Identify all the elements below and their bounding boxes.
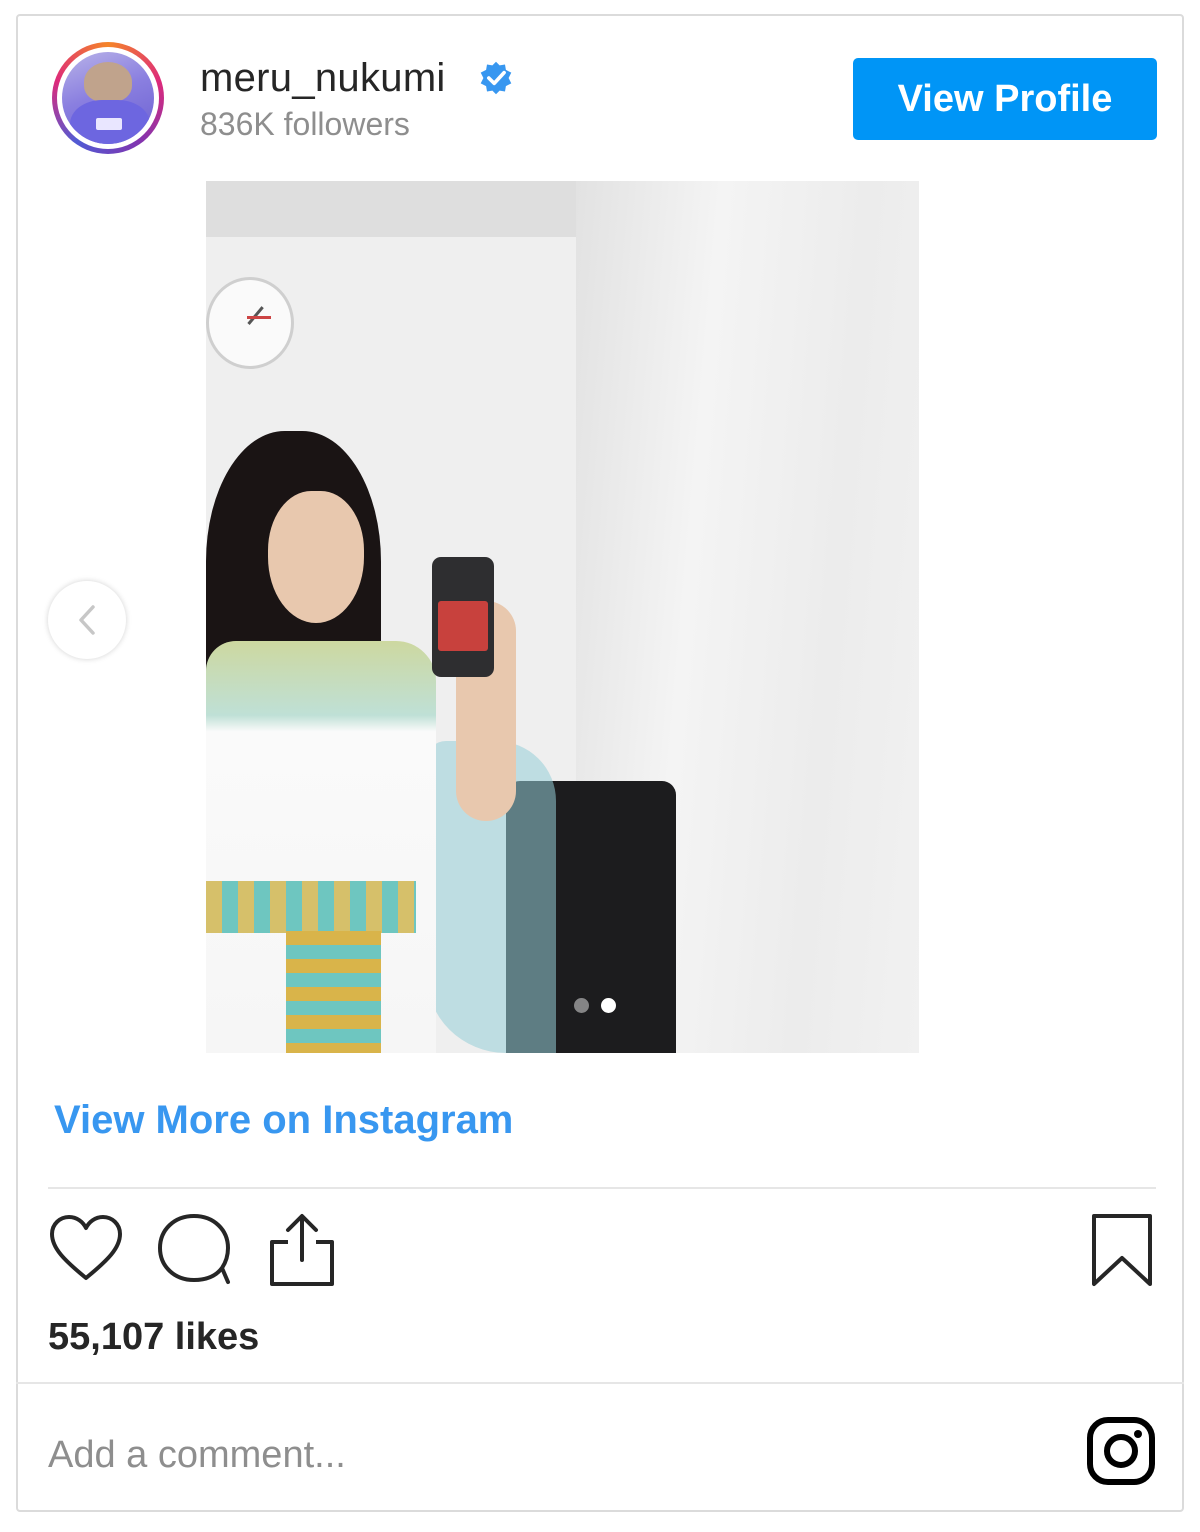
smartphone [432,557,494,677]
comment-icon[interactable] [156,1212,234,1286]
comment-input[interactable] [48,1425,948,1485]
divider [16,1382,1184,1384]
previous-slide-button[interactable] [48,581,126,659]
post-image[interactable] [206,181,919,1053]
share-icon[interactable] [268,1212,336,1288]
verified-badge-icon [480,61,512,95]
follower-count: 836K followers [200,106,410,142]
carousel-indicator [574,995,616,1015]
divider [48,1187,1156,1189]
person [268,491,364,623]
carousel-dot[interactable] [574,997,589,1013]
avatar-image [62,52,154,144]
avatar[interactable] [52,42,164,154]
username[interactable]: meru_nukumi [200,56,446,101]
wall-clock [206,277,294,369]
bookmark-icon[interactable] [1090,1212,1154,1288]
heart-icon[interactable] [48,1214,124,1284]
view-more-link[interactable]: View More on Instagram [54,1098,513,1143]
like-count[interactable]: 55,107 likes [48,1316,259,1359]
carousel-dot-active[interactable] [601,997,616,1013]
instagram-logo-icon[interactable] [1086,1416,1156,1486]
view-profile-button[interactable]: View Profile [853,58,1157,140]
chevron-left-icon [79,605,95,635]
